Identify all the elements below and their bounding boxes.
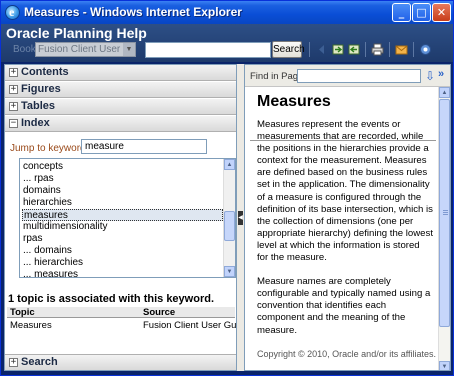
scroll-down-icon[interactable]: ▼ xyxy=(439,361,450,370)
internet-explorer-icon: e xyxy=(5,5,20,20)
keyword-input[interactable]: measure xyxy=(81,139,207,154)
close-button[interactable]: ✕ xyxy=(432,3,451,22)
topic-source: Fusion Client User Guide xyxy=(143,320,250,331)
section-label: Figures xyxy=(21,83,61,95)
index-item[interactable]: ... rpas xyxy=(22,173,223,185)
index-item[interactable]: concepts xyxy=(22,161,223,173)
find-next-icon[interactable]: ⇩ xyxy=(425,69,435,83)
pane-splitter[interactable]: ◀ xyxy=(237,64,244,371)
scroll-thumb[interactable] xyxy=(439,99,450,327)
find-in-page-bar: Find in Page ⇩ » xyxy=(245,65,450,87)
more-icon[interactable]: » xyxy=(438,68,444,80)
table-row[interactable]: Measures Fusion Client User Guide xyxy=(7,320,249,332)
book-select[interactable]: Fusion Client User Guide ▼ xyxy=(35,42,136,57)
help-banner: Oracle Planning Help Book Fusion Client … xyxy=(1,24,453,62)
search-button[interactable]: Search xyxy=(272,41,305,58)
settings-icon[interactable] xyxy=(419,43,432,56)
index-item[interactable]: ... hierarchies xyxy=(22,257,223,269)
nav-next-icon[interactable] xyxy=(332,43,345,56)
index-item[interactable]: hierarchies xyxy=(22,197,223,209)
topic-column-header: Topic xyxy=(10,307,35,318)
title-bar[interactable]: e Measures - Windows Internet Explorer _… xyxy=(1,1,453,24)
app-title: Oracle Planning Help xyxy=(6,25,147,41)
index-scrollbar[interactable]: ▲ ▼ xyxy=(223,159,235,277)
scroll-thumb[interactable] xyxy=(224,211,235,241)
topic-content: Measures Measures represent the events o… xyxy=(245,87,438,370)
section-label: Tables xyxy=(21,100,56,112)
topic-link[interactable]: Measures xyxy=(10,320,52,332)
expand-icon: + xyxy=(9,101,18,111)
index-section-header[interactable]: − Index xyxy=(5,116,236,132)
copyright-text: Copyright © 2010, Oracle and/or its affi… xyxy=(257,348,438,359)
search-section-header[interactable]: + Search xyxy=(5,354,236,370)
toolbar-separator xyxy=(413,42,414,57)
section-label: Search xyxy=(21,356,58,368)
toolbar-separator xyxy=(309,42,310,57)
section-label: Index xyxy=(21,117,50,129)
find-label: Find in Page xyxy=(250,71,304,82)
section-label: Contents xyxy=(21,66,69,78)
book-select-value: Fusion Client User Guide xyxy=(38,44,135,55)
tables-section-header[interactable]: + Tables xyxy=(5,99,236,115)
contents-section-header[interactable]: + Contents xyxy=(5,65,236,81)
index-list[interactable]: concepts ... rpas domains hierarchies me… xyxy=(19,158,236,278)
heading-divider xyxy=(250,140,436,141)
sync-toc-icon[interactable] xyxy=(348,43,361,56)
index-item[interactable]: rpas xyxy=(22,233,223,245)
expand-icon: + xyxy=(9,357,18,367)
window-title: Measures - Windows Internet Explorer xyxy=(24,5,242,19)
topic-paragraph: Measure names are completely configurabl… xyxy=(257,276,431,336)
topic-count-message: 1 topic is associated with this keyword. xyxy=(8,293,215,305)
find-input[interactable] xyxy=(297,69,421,83)
book-label: Book xyxy=(13,44,36,55)
minimize-button[interactable]: _ xyxy=(392,3,411,22)
print-icon[interactable] xyxy=(371,43,384,56)
index-item[interactable]: multidimensionality xyxy=(22,221,223,233)
jump-to-keyword-label: Jump to keyword xyxy=(10,143,86,154)
index-item[interactable]: ... domains xyxy=(22,245,223,257)
topic-heading: Measures xyxy=(257,93,331,110)
scroll-up-icon[interactable]: ▲ xyxy=(224,159,235,170)
toolbar-separator xyxy=(365,42,366,57)
figures-section-header[interactable]: + Figures xyxy=(5,82,236,98)
maximize-button[interactable]: □ xyxy=(412,3,431,22)
topics-table-header: Topic Source xyxy=(7,307,235,318)
email-icon[interactable] xyxy=(395,43,408,56)
source-column-header: Source xyxy=(143,307,176,318)
expand-icon: + xyxy=(9,84,18,94)
search-input[interactable] xyxy=(145,42,271,58)
chevron-down-icon: ▼ xyxy=(123,43,135,56)
navigation-pane: + Contents + Figures + Tables − Index Ju… xyxy=(4,64,249,371)
nav-prev-icon[interactable] xyxy=(315,43,328,56)
toolbar-separator xyxy=(389,42,390,57)
browser-window: e Measures - Windows Internet Explorer _… xyxy=(0,0,454,376)
index-item[interactable]: domains xyxy=(22,185,223,197)
collapse-icon: − xyxy=(9,118,18,128)
collapse-pane-icon[interactable]: ◀ xyxy=(238,211,243,225)
index-item-selected[interactable]: measures xyxy=(22,209,223,221)
expand-icon: + xyxy=(9,67,18,77)
scroll-down-icon[interactable]: ▼ xyxy=(224,266,235,277)
content-pane: Find in Page ⇩ » Measures Measures repre… xyxy=(244,64,451,371)
index-item[interactable]: ... measures xyxy=(22,269,223,277)
scroll-up-icon[interactable]: ▲ xyxy=(439,87,450,98)
content-scrollbar[interactable]: ▲ ▼ xyxy=(438,87,450,370)
